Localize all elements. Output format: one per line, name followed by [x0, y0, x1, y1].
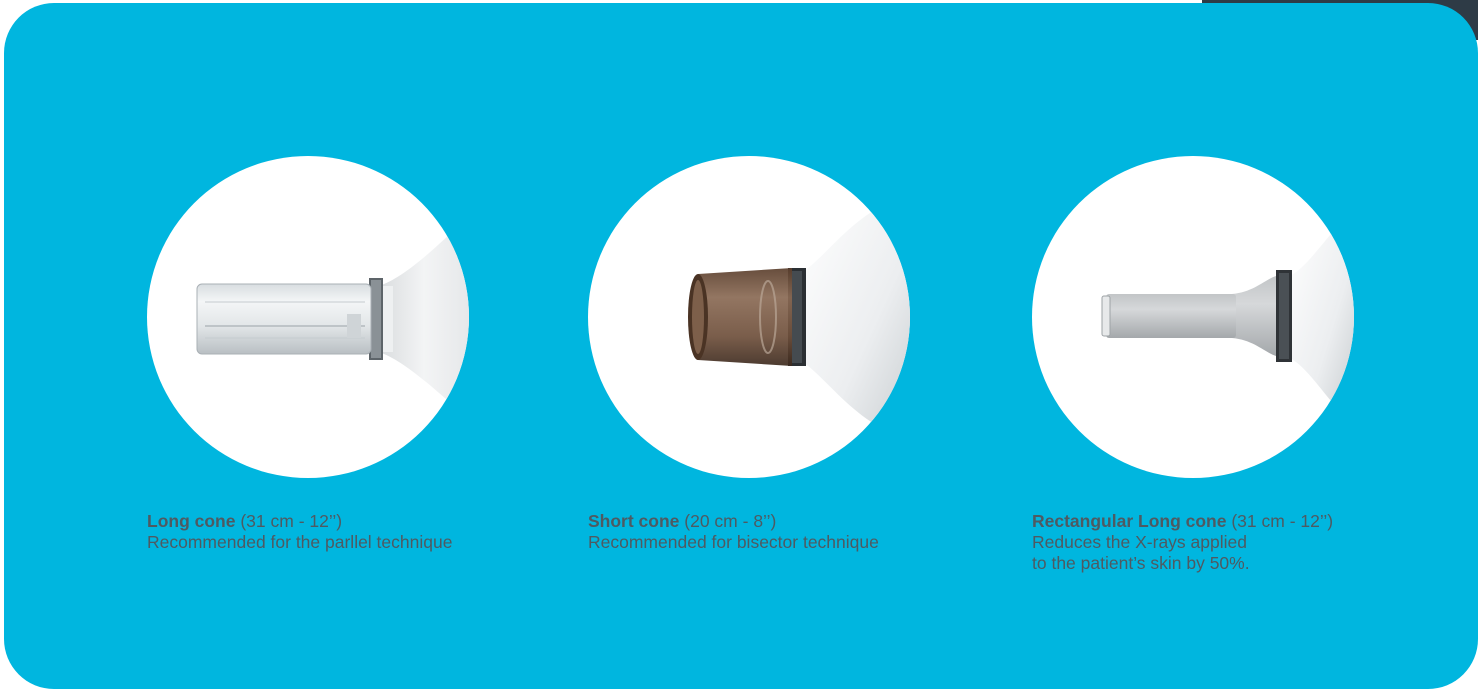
short-cone-image — [588, 156, 910, 478]
long-cone-caption: Long cone (31 cm - 12’’) Recommended for… — [147, 511, 469, 553]
long-cone-image — [147, 156, 469, 478]
long-cone-title-line: Long cone (31 cm - 12’’) — [147, 511, 469, 532]
long-cone-name: Long cone — [147, 511, 236, 531]
long-cylindrical-cone-image — [196, 216, 469, 418]
rectangular-cone-image — [1101, 212, 1354, 422]
rectangular-cone-caption: Rectangular Long cone (31 cm - 12’’) Red… — [1032, 511, 1354, 574]
rectangular-cone-image — [1032, 156, 1354, 478]
short-tinted-cone-image — [688, 196, 910, 438]
rectangular-cone-title-line: Rectangular Long cone (31 cm - 12’’) — [1032, 511, 1354, 532]
short-cone-card: Short cone (20 cm - 8’’) Recommended for… — [588, 156, 910, 553]
cone-options-panel: Long cone (31 cm - 12’’) Recommended for… — [4, 3, 1478, 689]
short-cone-name: Short cone — [588, 511, 680, 531]
rectangular-cone-name: Rectangular Long cone — [1032, 511, 1227, 531]
rectangular-cone-description-line-2: to the patient’s skin by 50%. — [1032, 553, 1250, 573]
short-cone-spec: (20 cm - 8’’) — [684, 511, 777, 531]
long-cone-spec: (31 cm - 12’’) — [240, 511, 343, 531]
long-cone-description: Recommended for the parllel technique — [147, 532, 453, 552]
rectangular-cone-card: Rectangular Long cone (31 cm - 12’’) Red… — [1032, 156, 1354, 574]
short-cone-title-line: Short cone (20 cm - 8’’) — [588, 511, 910, 532]
long-cone-card: Long cone (31 cm - 12’’) Recommended for… — [147, 156, 469, 553]
rectangular-cone-description-line-1: Reduces the X-rays applied — [1032, 532, 1247, 552]
short-cone-description: Recommended for bisector technique — [588, 532, 879, 552]
short-cone-caption: Short cone (20 cm - 8’’) Recommended for… — [588, 511, 910, 553]
rectangular-cone-spec: (31 cm - 12’’) — [1231, 511, 1334, 531]
